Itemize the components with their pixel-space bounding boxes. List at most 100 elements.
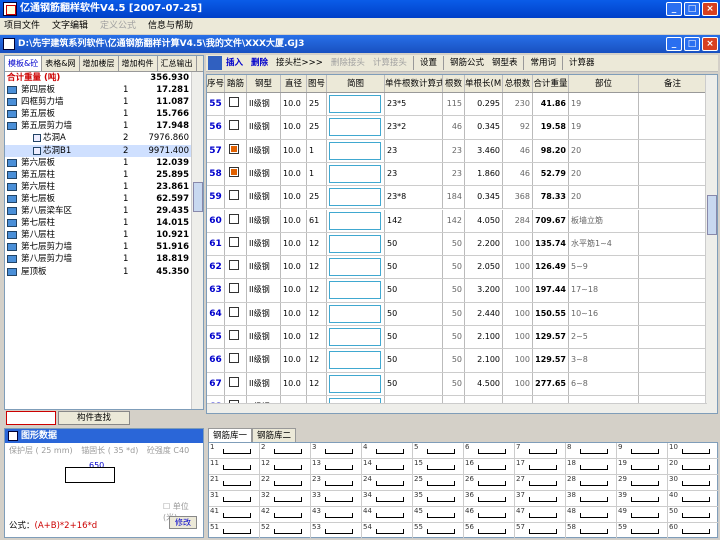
tree-item[interactable]: 四框剪力墙 1 11.087 <box>5 96 203 108</box>
table-cell[interactable] <box>639 279 707 302</box>
table-cell[interactable] <box>327 256 385 279</box>
tree-item[interactable]: 合计重量 (吨) 356.930 <box>5 72 203 84</box>
rebar-shape-item[interactable]: 46 <box>464 507 515 523</box>
rebar-shape-item[interactable]: 7 <box>515 443 566 459</box>
table-row[interactable]: 60 II级钢 10.0 61 142 142 4.050 284 709.67 板墙立筋 <box>207 209 707 233</box>
tree-item[interactable]: 第八层柱 1 10.921 <box>5 229 203 241</box>
rebar-shape-item[interactable]: 41 <box>209 507 260 523</box>
rebar-checkbox[interactable] <box>229 330 239 340</box>
rebar-checkbox[interactable] <box>229 213 239 224</box>
table-cell[interactable]: 10.0 <box>281 256 307 279</box>
table-cell[interactable]: 2~5 <box>569 326 639 349</box>
doc-close-button[interactable]: × <box>702 37 718 51</box>
table-cell[interactable]: 10~16 <box>569 302 639 325</box>
table-cell[interactable]: 61 <box>307 209 327 232</box>
table-cell[interactable]: 230 <box>503 93 533 116</box>
column-header[interactable]: 根数 <box>443 75 465 92</box>
table-row[interactable]: 62 II级钢 10.0 12 50 50 2.050 100 126.49 5~9 <box>207 256 707 280</box>
tree-item[interactable]: 第六层柱 1 23.861 <box>5 181 203 193</box>
table-cell[interactable] <box>225 209 247 232</box>
table-cell[interactable]: 17~18 <box>569 279 639 302</box>
column-header[interactable]: 备注 <box>639 75 707 92</box>
table-cell[interactable]: II级钢 <box>247 372 281 395</box>
table-row[interactable]: 65 II级钢 10.0 12 50 50 2.100 100 129.57 2~5 <box>207 326 707 350</box>
rebar-shape-item[interactable]: 44 <box>362 507 413 523</box>
tree-item[interactable]: 第七层柱 1 14.015 <box>5 217 203 229</box>
rebar-shape-item[interactable]: 19 <box>617 459 668 475</box>
table-cell[interactable]: 46 <box>503 139 533 162</box>
find-component-button[interactable]: 构件查找 <box>58 411 130 425</box>
table-cell[interactable]: 50 <box>443 302 465 325</box>
tree-item[interactable]: 第五层柱 1 25.895 <box>5 169 203 181</box>
table-cell[interactable]: 197.44 <box>533 279 569 302</box>
table-cell[interactable]: 52.79 <box>533 162 569 186</box>
rebar-shape-item[interactable]: 30 <box>668 475 719 491</box>
rebar-shape-item[interactable]: 18 <box>566 459 617 475</box>
left-tab[interactable]: 表格&网 <box>42 56 80 71</box>
table-cell[interactable]: 23 <box>443 139 465 162</box>
left-tab[interactable]: 汇总输出 <box>158 56 197 71</box>
table-cell[interactable]: 55 <box>207 93 225 116</box>
tree-item[interactable]: 第四层板 1 17.281 <box>5 84 203 96</box>
menu-item[interactable]: 文字编辑 <box>52 18 88 34</box>
rebar-checkbox[interactable] <box>229 260 239 271</box>
table-cell[interactable]: 10.0 <box>281 116 307 139</box>
table-cell[interactable]: 142 <box>443 209 465 232</box>
rebar-shape-item[interactable]: 33 <box>311 491 362 507</box>
table-row[interactable]: 67 II级钢 10.0 12 50 50 4.500 100 277.65 6~8 <box>207 372 707 396</box>
table-cell[interactable]: 23*8 <box>385 186 443 209</box>
rebar-shape-item[interactable]: 55 <box>413 523 464 539</box>
table-cell[interactable]: 3.460 <box>465 139 503 162</box>
calculator-button[interactable]: 计算器 <box>565 55 599 71</box>
rebar-shape-item[interactable]: 17 <box>515 459 566 475</box>
rebar-shape-item[interactable]: 6 <box>464 443 515 459</box>
rebar-shape-item[interactable]: 25 <box>413 475 464 491</box>
table-cell[interactable]: II级钢 <box>247 186 281 209</box>
table-cell[interactable]: II级钢 <box>247 349 281 372</box>
rebar-shape-item[interactable]: 3 <box>311 443 362 459</box>
rebar-shape-item[interactable]: 31 <box>209 491 260 507</box>
table-cell[interactable]: 100 <box>503 372 533 395</box>
table-cell[interactable] <box>639 302 707 325</box>
table-cell[interactable]: 4.050 <box>465 209 503 232</box>
table-cell[interactable]: 41.86 <box>533 93 569 116</box>
rebar-checkbox[interactable] <box>229 97 239 107</box>
rebar-shape-item[interactable]: 27 <box>515 475 566 491</box>
table-cell[interactable] <box>225 372 247 395</box>
tree-item[interactable]: 第七层板 1 62.597 <box>5 193 203 205</box>
table-cell[interactable]: 65 <box>207 326 225 349</box>
rebar-shape-item[interactable]: 4 <box>362 443 413 459</box>
table-cell[interactable]: 98.20 <box>533 139 569 162</box>
rebar-shape-item[interactable]: 26 <box>464 475 515 491</box>
rebar-checkbox[interactable] <box>229 190 239 201</box>
table-cell[interactable]: 61 <box>207 232 225 256</box>
table-cell[interactable]: 1.860 <box>465 162 503 186</box>
table-cell[interactable]: 23 <box>443 162 465 186</box>
table-cell[interactable]: 10.0 <box>281 302 307 325</box>
table-cell[interactable]: 58 <box>207 162 225 186</box>
tree-item[interactable]: 芯洞A 2 7976.860 <box>5 132 203 144</box>
joint-bar-button[interactable]: 接头栏>>> <box>272 55 327 71</box>
table-cell[interactable]: 5~9 <box>569 256 639 279</box>
table-cell[interactable]: 10.0 <box>281 139 307 162</box>
table-cell[interactable]: 709.67 <box>533 209 569 232</box>
column-header[interactable]: 部位 <box>569 75 639 92</box>
table-hscroll[interactable] <box>207 403 707 413</box>
rebar-shape-item[interactable]: 47 <box>515 507 566 523</box>
table-cell[interactable] <box>225 349 247 372</box>
rebar-shape-item[interactable]: 49 <box>617 507 668 523</box>
table-cell[interactable]: II级钢 <box>247 162 281 186</box>
tree-item[interactable]: 第八层剪力墙 1 18.819 <box>5 253 203 265</box>
left-tab[interactable]: 增加构件 <box>119 56 158 71</box>
table-cell[interactable]: 12 <box>307 326 327 349</box>
column-header[interactable]: 单根长(M) <box>465 75 503 92</box>
table-cell[interactable]: 20 <box>569 162 639 186</box>
table-row[interactable]: 63 II级钢 10.0 12 50 50 3.200 100 197.44 17~18 <box>207 279 707 303</box>
rebar-checkbox[interactable] <box>229 166 239 177</box>
table-cell[interactable] <box>225 326 247 349</box>
minimize-button[interactable]: _ <box>666 2 682 16</box>
table-row[interactable]: 61 II级钢 10.0 12 50 50 2.200 100 135.74 水平筋1~4 <box>207 232 707 257</box>
rebar-shape-item[interactable]: 36 <box>464 491 515 507</box>
table-cell[interactable]: 23 <box>385 139 443 162</box>
rebar-shape-item[interactable]: 48 <box>566 507 617 523</box>
